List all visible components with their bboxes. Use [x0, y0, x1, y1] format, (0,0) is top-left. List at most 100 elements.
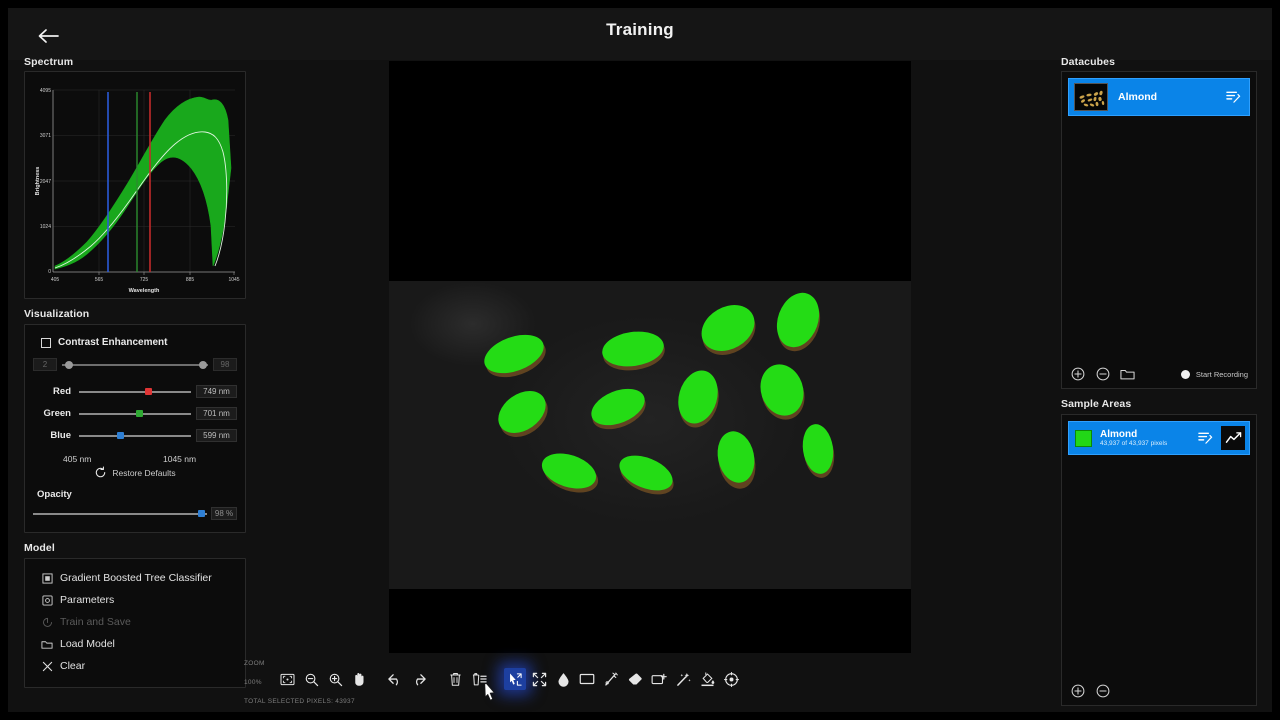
model-item-load-model[interactable]: Load Model — [31, 633, 239, 655]
sample-areas-footer — [1062, 677, 1256, 705]
fill-bucket-button[interactable] — [696, 668, 718, 690]
redo-icon — [415, 673, 426, 685]
magic-wand-button[interactable] — [672, 668, 694, 690]
green-slider-knob[interactable] — [136, 410, 144, 417]
shrink-selection-button[interactable] — [528, 668, 550, 690]
image-canvas[interactable] — [389, 69, 911, 589]
sample-color-swatch[interactable] — [1075, 429, 1092, 447]
folder-icon[interactable] — [1120, 367, 1135, 382]
opacity-slider[interactable] — [33, 508, 207, 519]
svg-text:565: 565 — [95, 277, 104, 283]
select-pointer-button[interactable] — [504, 668, 526, 690]
add-region-icon — [651, 673, 667, 684]
contrast-min-value[interactable]: 2 — [33, 358, 57, 371]
model-item-label: Gradient Boosted Tree Classifier — [60, 572, 212, 584]
sample-areas-list: Almond 43,937 of 43,937 pixels — [1062, 415, 1256, 677]
remove-circle-icon[interactable] — [1095, 367, 1110, 382]
sample-areas-section-title: Sample Areas — [1061, 398, 1132, 410]
right-panel: Datacubes Almond Start Recording Sample … — [1061, 56, 1257, 706]
delete-list-button[interactable] — [468, 668, 490, 690]
opacity-value: 98 % — [211, 507, 237, 520]
edit-list-icon[interactable] — [1225, 89, 1241, 105]
bottom-toolbar: ZOOM 100% TOTAL SELECTED PIXELS: 43937 — [236, 656, 756, 712]
red-slider-knob[interactable] — [145, 388, 153, 395]
zoom-out-button[interactable] — [300, 668, 322, 690]
list-item[interactable]: Almond 43,937 of 43,937 pixels — [1068, 421, 1250, 455]
folder-icon — [41, 638, 53, 650]
spectrum-chart-panel[interactable]: 4095 3071 2047 1024 0 405 565 725 885 10… — [24, 71, 246, 299]
add-circle-icon[interactable] — [1070, 367, 1085, 382]
model-item-label: Parameters — [60, 594, 115, 606]
start-recording-button[interactable]: Start Recording — [1180, 369, 1248, 379]
model-item-classifier[interactable]: Gradient Boosted Tree Classifier — [31, 567, 239, 589]
header-bar: Training — [8, 8, 1272, 60]
list-item-label: Almond — [1118, 91, 1158, 103]
svg-text:1045: 1045 — [228, 277, 239, 283]
blue-channel-slider[interactable] — [79, 430, 191, 441]
threshold-button[interactable] — [552, 668, 574, 690]
polygon-select-button[interactable] — [600, 668, 622, 690]
sample-graph-button[interactable] — [1221, 426, 1245, 450]
contrast-enhancement-checkbox[interactable] — [41, 337, 51, 348]
contrast-range-slider[interactable] — [62, 359, 208, 371]
chart-y-ticks: 4095 3071 2047 1024 0 — [40, 88, 51, 275]
opacity-slider-knob[interactable] — [198, 510, 206, 517]
red-channel-label: Red — [53, 386, 71, 397]
opacity-row: 98 % — [33, 507, 237, 520]
toolbar-separator — [492, 668, 502, 690]
svg-text:885: 885 — [186, 277, 195, 283]
svg-text:2047: 2047 — [40, 179, 51, 185]
pan-hand-button[interactable] — [348, 668, 370, 690]
contrast-slider-knob-min[interactable] — [64, 360, 73, 369]
rectangle-select-button[interactable] — [576, 668, 598, 690]
toolbar-separator — [372, 668, 382, 690]
delete-button[interactable] — [444, 668, 466, 690]
sample-item-text: Almond 43,937 of 43,937 pixels — [1100, 429, 1189, 448]
visualization-section-title: Visualization — [24, 308, 90, 320]
redo-button[interactable] — [408, 668, 430, 690]
red-channel-slider[interactable] — [79, 386, 191, 397]
model-item-label: Train and Save — [60, 616, 131, 628]
toolbar-separator — [432, 668, 442, 690]
add-region-button[interactable] — [648, 668, 670, 690]
contrast-max-value[interactable]: 98 — [213, 358, 237, 371]
sample-photo[interactable] — [389, 281, 911, 589]
tool-buttons — [276, 668, 742, 690]
model-item-clear[interactable]: Clear — [31, 655, 239, 677]
list-item[interactable]: Almond — [1068, 78, 1250, 116]
chart-xlabel: Wavelength — [129, 288, 160, 294]
model-item-train-and-save: Train and Save — [31, 611, 239, 633]
select-pointer-icon — [509, 672, 522, 686]
zoom-out-icon — [305, 673, 318, 686]
classifier-icon — [41, 572, 53, 584]
add-circle-icon[interactable] — [1070, 684, 1085, 699]
model-item-parameters[interactable]: Parameters — [31, 589, 239, 611]
green-channel-row: Green 701 nm — [33, 407, 237, 420]
zoom-in-button[interactable] — [324, 668, 346, 690]
target-button[interactable] — [720, 668, 742, 690]
image-viewer[interactable] — [389, 61, 911, 653]
datacubes-footer: Start Recording — [1062, 360, 1256, 388]
green-channel-slider[interactable] — [79, 408, 191, 419]
remove-circle-icon[interactable] — [1095, 684, 1110, 699]
contrast-slider-knob-max[interactable] — [199, 360, 208, 369]
polygon-select-icon — [604, 672, 618, 686]
undo-button[interactable] — [384, 668, 406, 690]
model-panel: Gradient Boosted Tree Classifier Paramet… — [24, 558, 246, 688]
svg-text:3071: 3071 — [40, 133, 51, 139]
sample-pixel-count: 43,937 of 43,937 pixels — [1100, 440, 1168, 448]
blue-slider-track — [79, 435, 191, 437]
almond-thumbnail — [1074, 83, 1108, 111]
left-panel: Spectrum 4095 3071 2047 1024 0 405 565 7… — [24, 56, 246, 688]
datacubes-list: Almond — [1062, 72, 1256, 360]
contrast-enhancement-row[interactable]: Contrast Enhancement — [41, 337, 237, 348]
blue-channel-label: Blue — [50, 430, 71, 441]
spectrum-band — [54, 96, 232, 270]
eraser-button[interactable] — [624, 668, 646, 690]
edit-list-icon[interactable] — [1197, 430, 1213, 446]
svg-text:4095: 4095 — [40, 88, 51, 94]
blue-slider-knob[interactable] — [117, 432, 125, 439]
wavelength-range-labels: 405 nm 1045 nm — [33, 451, 237, 473]
svg-text:0: 0 — [48, 269, 51, 275]
fit-to-screen-button[interactable] — [276, 668, 298, 690]
